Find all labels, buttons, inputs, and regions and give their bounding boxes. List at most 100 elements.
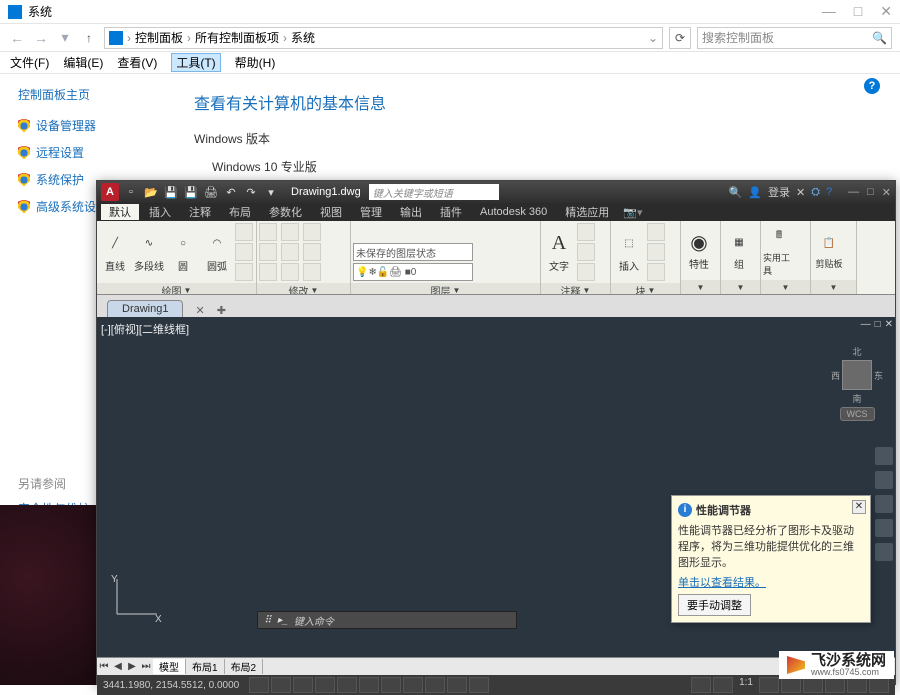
btn-draw-small[interactable] [235,263,253,281]
menu-edit[interactable]: 编辑(E) [63,54,103,71]
layer-btn[interactable] [393,223,411,241]
sidebar-home[interactable]: 控制面板主页 [18,86,170,103]
btn-clipboard[interactable]: 📋剪贴板 [813,231,845,270]
modify-btn[interactable] [281,223,299,241]
layout-last[interactable]: ⏭ [139,661,153,672]
annot-btn[interactable] [577,263,595,281]
status-ortho[interactable] [315,677,335,693]
qat-new[interactable]: ▫ [123,184,139,200]
status-workspace[interactable] [759,677,779,693]
layer-btn[interactable] [513,223,531,241]
user-icon[interactable]: 👤 [748,186,762,199]
infocenter-search-icon[interactable]: 🔍 [729,186,743,199]
breadcrumb[interactable]: › 控制面板 › 所有控制面板项 › 系统 ⌄ [104,27,663,49]
tab-manage[interactable]: 管理 [352,204,390,220]
modify-btn[interactable] [303,223,321,241]
qat-saveas[interactable]: 💾 [183,184,199,200]
status-scale[interactable]: 1:1 [735,677,757,693]
login-label[interactable]: 登录 [768,184,790,200]
layer-btn[interactable] [353,223,371,241]
btn-draw-small[interactable] [235,243,253,261]
close-button[interactable]: ✕ [880,3,892,20]
layer-btn[interactable] [373,223,391,241]
tab-layout[interactable]: 布局 [221,204,259,220]
nav-zoom[interactable] [875,495,893,513]
modify-btn[interactable] [259,243,277,261]
modify-btn[interactable] [259,223,277,241]
search-icon[interactable]: 🔍 [872,31,887,45]
tab-insert[interactable]: 插入 [141,204,179,220]
status-coords[interactable]: 3441.1980, 2154.5512, 0.0000 [103,680,239,691]
breadcrumb-dropdown[interactable]: ⌄ [648,31,658,45]
vp-close[interactable]: ✕ [885,319,893,330]
nav-wheel[interactable] [875,447,893,465]
layout-first[interactable]: ⏮ [97,661,111,672]
command-line[interactable]: ⠿ ▸_ 键入命令 [257,611,517,629]
layout-tab-2[interactable]: 布局2 [225,659,264,674]
vp-minimize[interactable]: — [861,319,871,330]
viewcube[interactable]: 北 西东 南 WCS [827,345,887,435]
layer-btn[interactable] [473,223,491,241]
btn-utilities[interactable]: 🖩实用工具 [763,225,795,277]
qat-plot[interactable]: 🖨 [203,184,219,200]
sidebar-device-manager[interactable]: 设备管理器 [18,117,170,134]
btn-draw-small[interactable] [235,223,253,241]
modify-btn[interactable] [281,243,299,261]
help-icon[interactable]: ? [826,186,832,198]
status-snap[interactable] [293,677,313,693]
file-tab-close[interactable]: ✕ [195,304,204,317]
status-clean[interactable] [847,677,867,693]
modify-btn[interactable] [281,263,299,281]
sidebar-remote[interactable]: 远程设置 [18,144,170,161]
menu-file[interactable]: 文件(F) [10,54,49,71]
file-tab-new[interactable]: ✚ [217,304,226,317]
qat-save[interactable]: 💾 [163,184,179,200]
btn-polyline[interactable]: ∿多段线 [133,232,165,273]
refresh-button[interactable]: ⟳ [669,27,691,49]
tab-view[interactable]: 视图 [312,204,350,220]
nav-forward-button[interactable]: → [32,29,50,47]
tab-annotate[interactable]: 注释 [181,204,219,220]
status-otrack[interactable] [403,677,423,693]
btn-circle[interactable]: ○圆 [167,232,199,273]
status-lwt[interactable] [447,677,467,693]
nav-pan[interactable] [875,471,893,489]
search-box[interactable]: 搜索控制面板 🔍 [697,27,892,49]
btn-group[interactable]: ▦组 [723,230,755,271]
layer-current-combo[interactable]: 💡❄🔓🖨 ■ 0 [353,263,473,281]
nav-showmotion[interactable] [875,543,893,561]
btn-properties[interactable]: ◉特性 [683,230,715,271]
tab-a360[interactable]: Autodesk 360 [472,206,555,218]
block-btn[interactable] [647,263,665,281]
nav-up-button[interactable]: ↑ [80,29,98,47]
menu-view[interactable]: 查看(V) [117,54,157,71]
a360-icon[interactable]: ⛭ [811,186,820,199]
breadcrumb-item[interactable]: 系统 [291,29,315,46]
qat-dropdown[interactable]: ▾ [263,184,279,200]
status-modelspace[interactable] [691,677,711,693]
layout-tab-model[interactable]: 模型 [153,659,186,674]
status-grid[interactable] [271,677,291,693]
status-tpy[interactable] [469,677,489,693]
status-dyn[interactable] [425,677,445,693]
status-model[interactable] [249,677,269,693]
breadcrumb-item[interactable]: 控制面板 [135,29,183,46]
nav-back-button[interactable]: ← [8,29,26,47]
status-custom[interactable] [869,677,889,693]
tab-addin[interactable]: 插件 [432,204,470,220]
cmd-handle-icon[interactable]: ⠿ [264,615,271,626]
tab-default[interactable]: 默认 [101,204,139,220]
tab-parametric[interactable]: 参数化 [261,204,310,220]
cad-maximize[interactable]: □ [867,186,874,199]
annot-btn[interactable] [577,243,595,261]
block-btn[interactable] [647,243,665,261]
btn-arc[interactable]: ◠圆弧 [201,232,233,273]
layer-btn[interactable] [493,223,511,241]
btn-insert-block[interactable]: ⬚插入 [613,232,645,273]
qat-redo[interactable]: ↷ [243,184,259,200]
autocad-logo[interactable]: A [101,183,119,201]
block-btn[interactable] [647,223,665,241]
cad-drawing-area[interactable]: [-][俯视][二维线框] — □ ✕ 北 西东 南 WCS YX ⠿ ▸_ 键… [97,317,895,657]
viewport-label[interactable]: [-][俯视][二维线框] [101,321,189,337]
menu-tools[interactable]: 工具(T) [171,53,220,72]
